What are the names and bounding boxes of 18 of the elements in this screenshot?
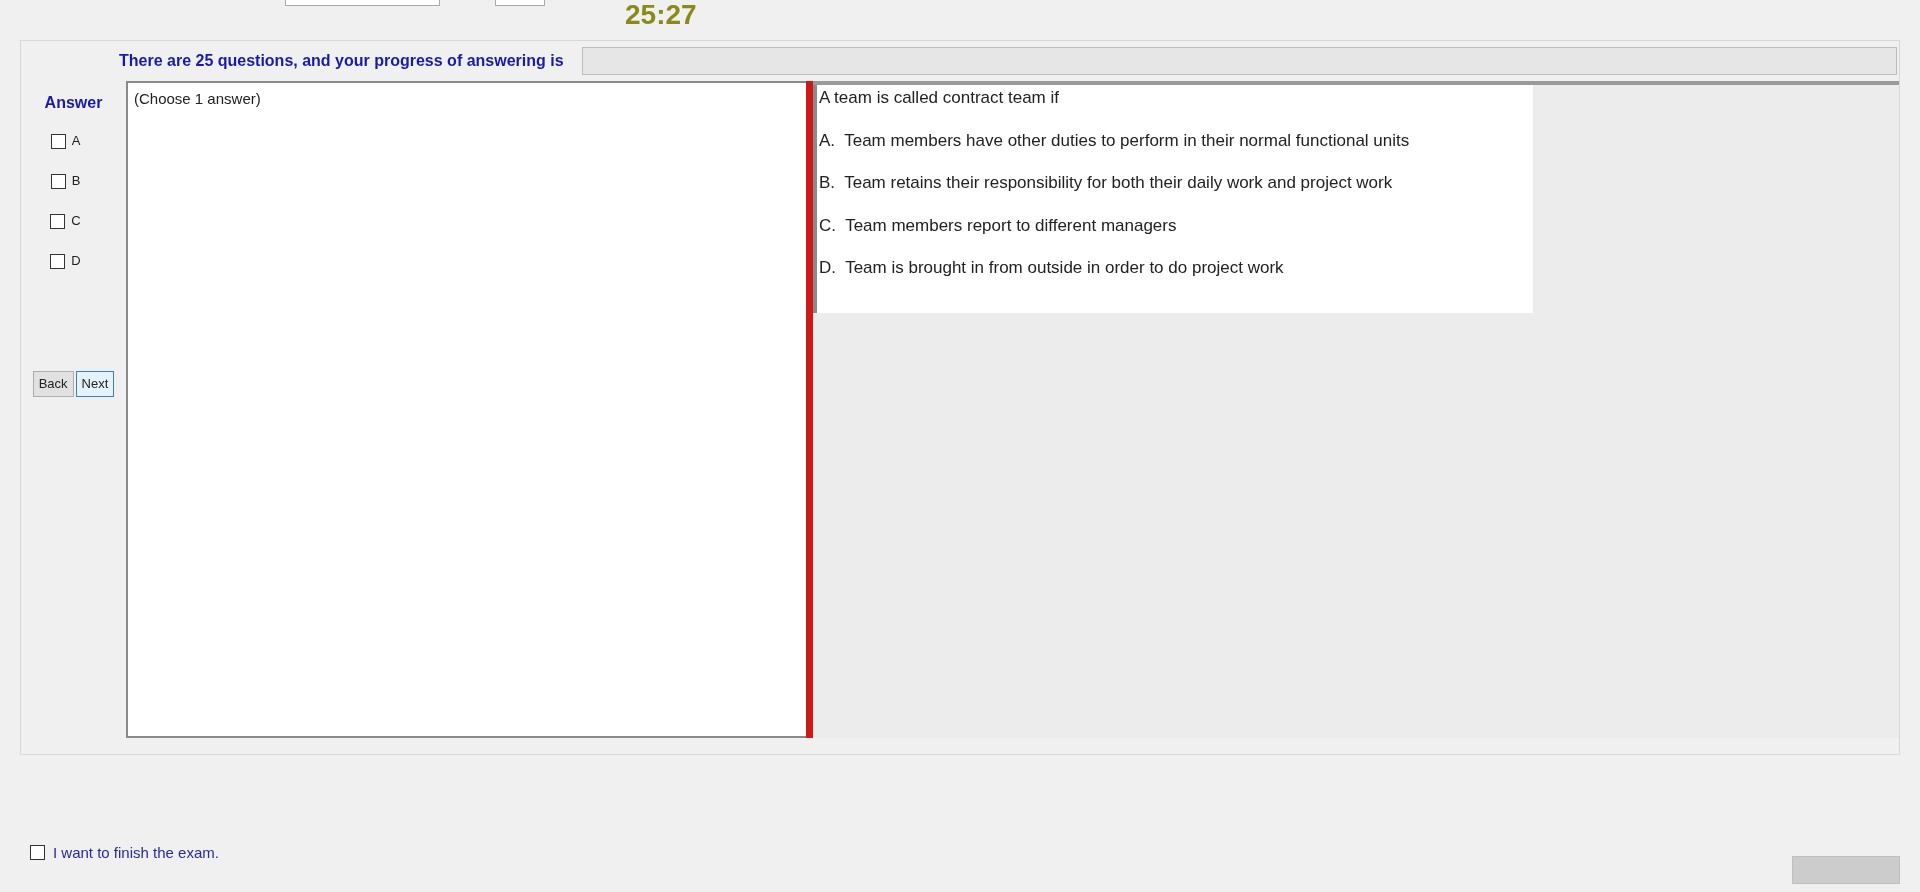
finish-checkbox[interactable]: I want to finish the exam.	[30, 841, 219, 864]
instruction-text: (Choose 1 answer)	[134, 90, 261, 107]
nav-button[interactable]: Next	[75, 371, 115, 397]
answer-checkbox[interactable]: B	[50, 161, 81, 201]
answer-checkbox[interactable]: C	[50, 201, 81, 241]
choice-text: D. Team is brought in from outside in order to do project work	[819, 257, 1285, 279]
choice-text: A. Team members have other duties to perform in their normal functional units	[819, 129, 1411, 152]
choice-text: C. Team members report to different managers	[819, 214, 1178, 237]
nav-button[interactable]: Back	[32, 371, 74, 397]
timer-text: 25:27	[625, 0, 697, 30]
question-text: A team is called contract team if	[819, 87, 1060, 109]
answer-checkbox[interactable]: A	[50, 121, 81, 161]
small-field[interactable]	[495, 0, 545, 6]
answer-heading: Answer	[44, 93, 103, 113]
progress-label: There are 25 questions, and your progress of answering is	[119, 51, 564, 71]
choice-text: B. Team retains their responsibility for both their daily work and project work	[819, 172, 1394, 194]
dropdown-field[interactable]	[285, 0, 440, 6]
answer-checkbox[interactable]: D	[50, 241, 81, 281]
